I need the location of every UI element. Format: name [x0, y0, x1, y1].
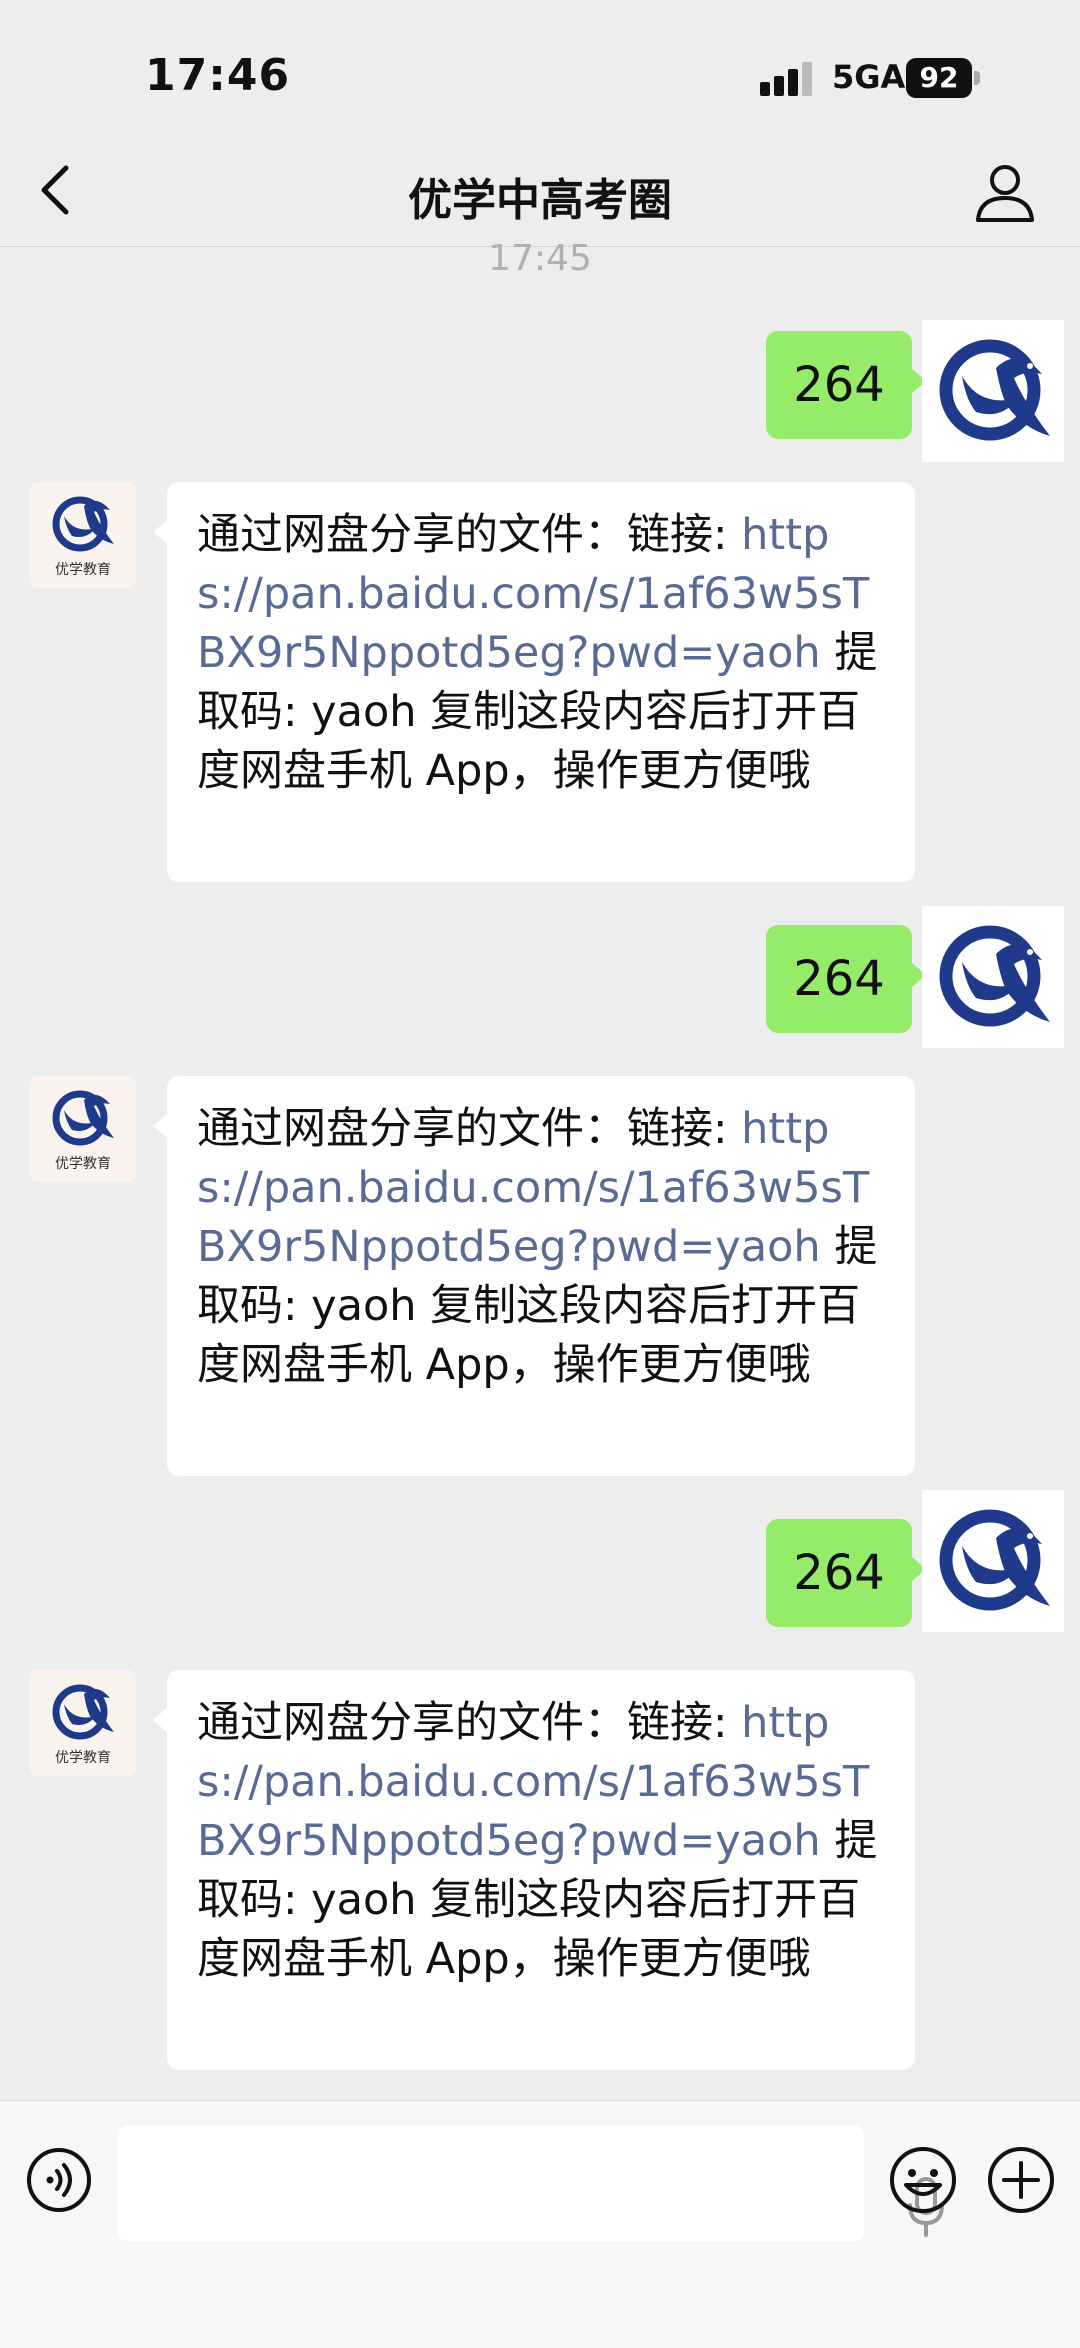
logo-icon: [939, 1509, 1050, 1611]
logo-icon: 优学教育: [52, 1090, 114, 1172]
input-bar: [0, 2100, 1080, 2348]
more-options-plus-icon[interactable]: [986, 2145, 1056, 2215]
nav-bar: 优学中高考圈: [0, 140, 1080, 247]
logo-icon: 优学教育: [52, 1684, 114, 1766]
my-avatar[interactable]: [922, 906, 1064, 1048]
contact-profile-icon[interactable]: [972, 158, 1038, 224]
chat-title: 优学中高考圈: [408, 175, 672, 226]
logo-caption: 优学教育: [55, 1156, 111, 1172]
sender-avatar[interactable]: 优学教育: [30, 1670, 136, 1776]
message-input[interactable]: [118, 2125, 944, 2241]
network-type: 5GA: [832, 58, 906, 96]
battery-icon: 92: [906, 58, 982, 98]
logo-caption: 优学教育: [55, 1750, 111, 1766]
message-text: 通过网盘分享的文件：链接:: [197, 1104, 742, 1154]
emoji-icon[interactable]: [888, 2145, 958, 2215]
message-text: 通过网盘分享的文件：链接:: [197, 1698, 742, 1748]
voice-mode-icon[interactable]: [26, 2147, 92, 2213]
sender-avatar[interactable]: 优学教育: [30, 482, 136, 588]
message-bubble-received[interactable]: 通过网盘分享的文件：链接: https://pan.baidu.com/s/1a…: [153, 1076, 915, 1476]
logo-icon: [939, 925, 1050, 1027]
message-bubble-received[interactable]: 通过网盘分享的文件：链接: https://pan.baidu.com/s/1a…: [153, 1670, 915, 2070]
logo-icon: 优学教育: [52, 496, 114, 578]
logo-caption: 优学教育: [55, 562, 111, 578]
message-bubble-sent[interactable]: 264: [766, 925, 926, 1033]
sender-avatar[interactable]: 优学教育: [30, 1076, 136, 1182]
message-bubble-received[interactable]: 通过网盘分享的文件：链接: https://pan.baidu.com/s/1a…: [153, 482, 915, 882]
status-time: 17:46: [145, 50, 291, 101]
my-avatar[interactable]: [922, 1490, 1064, 1632]
battery-level: 92: [906, 58, 972, 98]
my-avatar[interactable]: [922, 320, 1064, 462]
message-text: 通过网盘分享的文件：链接:: [197, 510, 742, 560]
message-timestamp: 17:45: [488, 238, 592, 279]
logo-icon: [939, 339, 1050, 441]
signal-icon: [760, 62, 812, 96]
message-bubble-sent[interactable]: 264: [766, 1519, 926, 1627]
status-bar: 17:46 5GA 92: [0, 0, 1080, 140]
message-bubble-sent[interactable]: 264: [766, 331, 926, 439]
